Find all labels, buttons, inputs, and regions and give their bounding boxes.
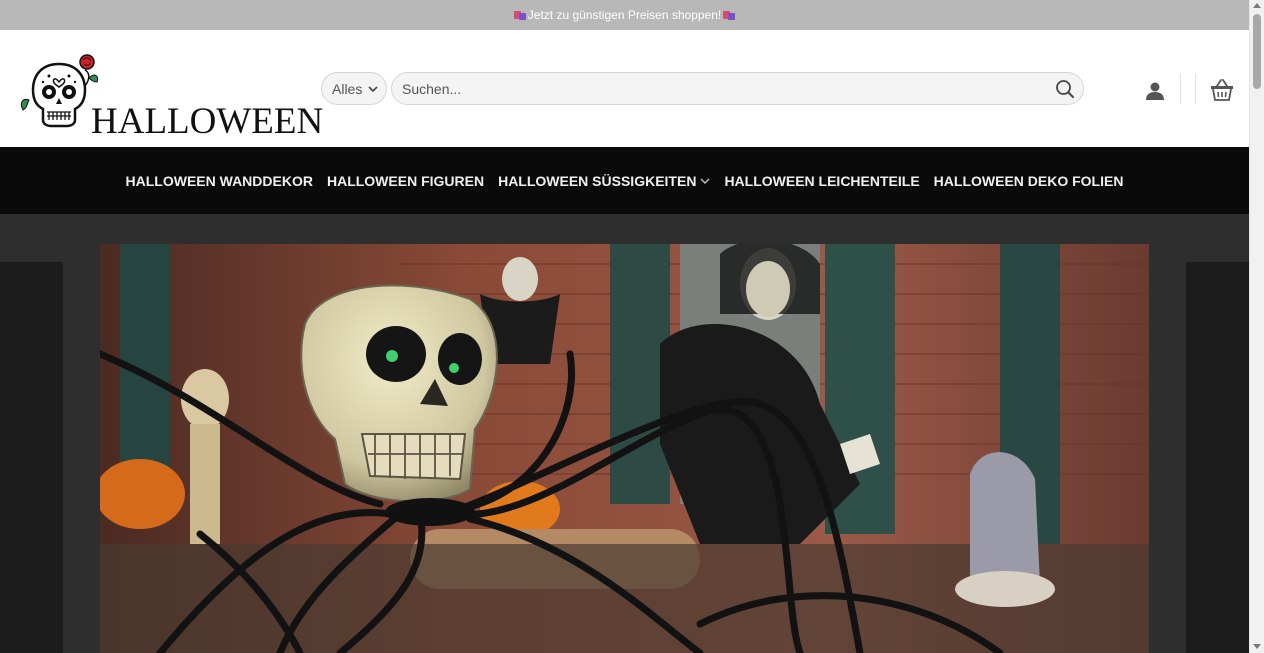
scroll-down-arrow-icon[interactable] [1253,644,1261,649]
promo-topbar: Jetzt zu günstigen Preisen shoppen! [0,0,1249,30]
hero-side-panel-left [0,262,63,653]
nav-item-label: HALLOWEEN WANDDEKOR [125,172,313,189]
gift-icon [723,10,736,20]
category-select[interactable]: Alles [321,72,387,105]
basket-icon[interactable] [1209,77,1235,103]
search-icon[interactable] [1055,79,1075,99]
halloween-decoration-photo [100,244,1149,653]
category-select-value: Alles [332,80,363,97]
sugar-skull-icon [20,54,98,128]
nav-item-figuren[interactable]: HALLOWEEN FIGUREN [320,173,491,189]
header-divider [1180,74,1181,104]
hero-side-panel-right [1186,262,1249,653]
search-bar [391,72,1084,105]
hero-image [100,244,1149,653]
promo-text: Jetzt zu günstigen Preisen shoppen! [527,8,722,22]
nav-item-leichenteile[interactable]: HALLOWEEN LEICHENTEILE [717,173,926,189]
header-divider [1195,74,1196,104]
nav-item-wanddekor[interactable]: HALLOWEEN WANDDEKOR [119,173,320,189]
nav-item-deko-folien[interactable]: HALLOWEEN DEKO FOLIEN [927,173,1131,189]
logo-text: HALLOWEEN [91,101,324,142]
chevron-down-icon [700,177,710,184]
vertical-scrollbar[interactable] [1249,0,1264,653]
nav-item-label: HALLOWEEN LEICHENTEILE [724,172,920,189]
nav-item-label: HALLOWEEN FIGUREN [326,172,485,189]
page: Jetzt zu günstigen Preisen shoppen! HALL… [0,0,1249,653]
chevron-down-icon [368,85,378,92]
nav-item-label: HALLOWEEN SÜSSIGKEITEN [498,172,697,189]
scroll-up-arrow-icon[interactable] [1253,3,1261,8]
scrollbar-thumb[interactable] [1253,14,1261,89]
search-input[interactable] [392,73,1032,104]
user-icon[interactable] [1144,80,1166,102]
nav-item-label: HALLOWEEN DEKO FOLIEN [933,172,1124,189]
site-logo[interactable]: HALLOWEEN [19,52,323,158]
site-header: HALLOWEEN Alles [0,30,1249,147]
nav-item-suessigkeiten[interactable]: HALLOWEEN SÜSSIGKEITEN [491,173,717,189]
gift-icon [513,10,526,20]
